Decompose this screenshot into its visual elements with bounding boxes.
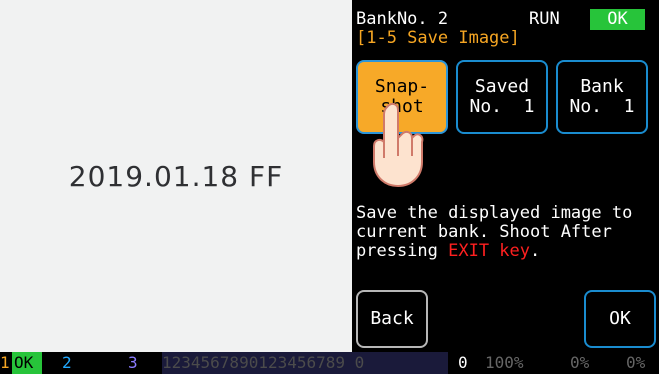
back-button[interactable]: Back xyxy=(356,290,428,348)
pointing-hand-icon xyxy=(373,102,424,188)
zero-readout: 0 xyxy=(458,353,468,372)
bank-number-label: BankNo. 2 xyxy=(356,9,449,29)
slot1-ok-badge: OK xyxy=(12,352,42,374)
ok-button[interactable]: OK xyxy=(584,290,656,348)
snapshot-label-line1: Snap- xyxy=(374,76,430,97)
ok-status-badge: OK xyxy=(590,9,645,30)
status-bar: 1 OK 2 3 1234567890123456789 0 0 100% 0%… xyxy=(0,352,659,374)
digit-strip: 1234567890123456789 0 xyxy=(162,352,448,374)
bank-number-button[interactable]: Bank No. 1 xyxy=(556,60,648,134)
camera-image-area: 2019.01.18 FF xyxy=(0,0,352,352)
saved-label-line2: No. 1 xyxy=(469,96,535,117)
bank-label-line2: No. 1 xyxy=(569,96,635,117)
slot2-box xyxy=(72,352,120,374)
instruction-message: Save the displayed image to current bank… xyxy=(356,204,656,261)
slot2-number: 2 xyxy=(62,353,72,372)
percent-readout-3: 0% xyxy=(626,353,646,372)
exit-key-text: EXIT key xyxy=(448,241,531,261)
control-panel: BankNo. 2 [1-5 Save Image] RUN OK Snap- … xyxy=(352,0,659,352)
slot3-number: 3 xyxy=(128,353,138,372)
saved-number-button[interactable]: Saved No. 1 xyxy=(456,60,548,134)
message-end: . xyxy=(530,241,541,261)
slot1-number: 1 xyxy=(0,353,10,372)
run-status: RUN xyxy=(529,9,560,29)
saved-label-line1: Saved xyxy=(474,76,530,97)
percent-readout-2: 0% xyxy=(570,353,590,372)
menu-title: [1-5 Save Image] xyxy=(356,28,520,48)
percent-readout-1: 100% xyxy=(485,353,524,372)
header: BankNo. 2 [1-5 Save Image] xyxy=(356,10,520,48)
captured-image-text: 2019.01.18 FF xyxy=(68,160,284,193)
bank-label-line1: Bank xyxy=(580,76,624,97)
